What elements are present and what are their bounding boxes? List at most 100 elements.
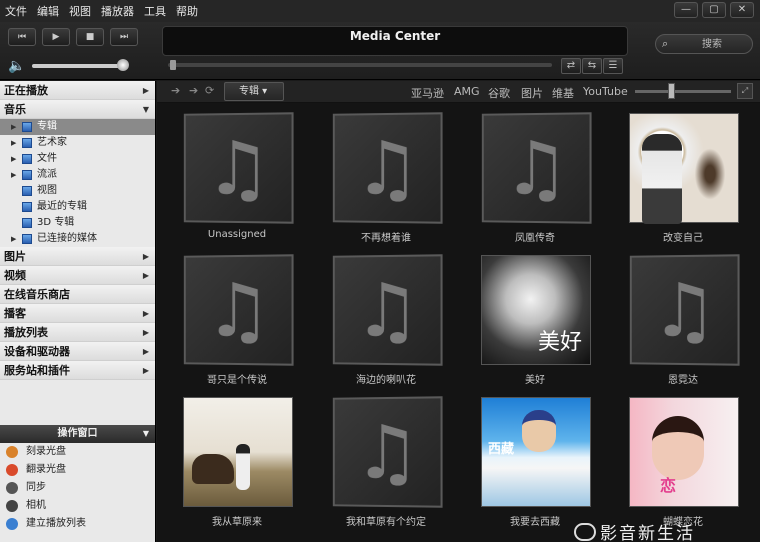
album-tile[interactable]: ♫ 恩霓达 bbox=[613, 247, 753, 387]
actions-panel-header[interactable]: 操作窗口 ▼ bbox=[0, 425, 155, 443]
action-icon bbox=[6, 482, 18, 494]
menu-file[interactable]: 文件 bbox=[0, 3, 32, 19]
action-item[interactable]: 同步 bbox=[0, 479, 155, 497]
album-tile[interactable]: ♫ 哥只是个传说 bbox=[167, 247, 307, 387]
play-button[interactable]: ▶ bbox=[42, 28, 70, 46]
album-art[interactable]: 恋 bbox=[629, 397, 739, 507]
sidebar-item-section-4[interactable]: 播放列表 ▶ bbox=[0, 323, 155, 342]
expand-arrow-icon[interactable]: ▶ bbox=[11, 135, 16, 151]
album-art[interactable] bbox=[183, 397, 293, 507]
sidebar-item-section-5[interactable]: 设备和驱动器 ▶ bbox=[0, 342, 155, 361]
close-button[interactable]: ✕ bbox=[730, 2, 754, 18]
album-art-placeholder[interactable]: ♫ bbox=[481, 112, 592, 224]
sidebar-item-music[interactable]: 音乐 ▼ bbox=[0, 100, 155, 119]
seek-handle[interactable] bbox=[170, 60, 176, 70]
maximize-button[interactable]: ▢ bbox=[702, 2, 726, 18]
action-item[interactable]: 建立播放列表 bbox=[0, 515, 155, 533]
source-youtube[interactable]: YouTube bbox=[583, 85, 628, 98]
sidebar-item-music-0[interactable]: ▶ 专辑 bbox=[0, 119, 155, 135]
cover-title: 美好 bbox=[537, 330, 582, 355]
album-tile[interactable]: ♫ 我和草原有个约定 bbox=[316, 389, 456, 529]
album-art-placeholder[interactable]: ♫ bbox=[332, 254, 443, 366]
volume-slider[interactable] bbox=[32, 64, 128, 68]
volume-handle[interactable] bbox=[117, 59, 130, 71]
repeat-icon[interactable]: ⇄ bbox=[561, 58, 581, 74]
album-tile[interactable]: 西藏 我要去西藏 bbox=[465, 389, 605, 529]
menu-view[interactable]: 视图 bbox=[64, 3, 96, 19]
source-google[interactable]: 谷歌 bbox=[488, 85, 510, 101]
sidebar-item-section-0[interactable]: 图片 ▶ bbox=[0, 247, 155, 266]
expand-arrow-icon[interactable]: ▶ bbox=[11, 151, 16, 167]
expand-arrow-icon[interactable]: ▶ bbox=[11, 167, 16, 183]
expand-arrow-icon[interactable]: ▶ bbox=[11, 231, 16, 247]
sidebar-item-music-6[interactable]: 3D 专辑 bbox=[0, 215, 155, 231]
album-art-placeholder[interactable]: ♫ bbox=[183, 112, 294, 224]
fullscreen-icon[interactable]: ⤢ bbox=[737, 83, 753, 99]
sidebar-section-label: 正在播放 bbox=[4, 84, 48, 97]
actions-panel-title: 操作窗口 bbox=[57, 428, 98, 439]
album-tile[interactable]: 我从草原来 bbox=[167, 389, 307, 529]
minimize-button[interactable]: — bbox=[674, 2, 698, 18]
forward-arrow-icon[interactable]: ➔ bbox=[189, 84, 198, 97]
source-wiki[interactable]: 维基 bbox=[552, 85, 574, 101]
album-art-placeholder[interactable]: ♫ bbox=[332, 112, 443, 224]
stop-button[interactable]: ■ bbox=[76, 28, 104, 46]
search-icon[interactable]: ⌕ bbox=[662, 37, 668, 51]
cover-title: 恋 bbox=[660, 476, 677, 495]
sidebar-item-music-5[interactable]: 最近的专辑 bbox=[0, 199, 155, 215]
source-pictures[interactable]: 图片 bbox=[521, 85, 543, 101]
action-item[interactable]: 翻录光盘 bbox=[0, 461, 155, 479]
sidebar-item-music-4[interactable]: 视图 bbox=[0, 183, 155, 199]
back-arrow-icon[interactable]: ➔ bbox=[171, 84, 180, 97]
album-art[interactable] bbox=[629, 113, 739, 224]
refresh-icon[interactable]: ⟳ bbox=[205, 84, 214, 97]
menu-tools[interactable]: 工具 bbox=[139, 3, 171, 19]
sidebar-item-section-1[interactable]: 视频 ▶ bbox=[0, 266, 155, 285]
next-button[interactable]: ⏭ bbox=[110, 28, 138, 46]
search-input[interactable] bbox=[676, 36, 748, 52]
seek-bar[interactable] bbox=[168, 63, 552, 67]
zoom-slider[interactable] bbox=[635, 90, 731, 93]
sidebar-section-label: 设备和驱动器 bbox=[4, 345, 70, 358]
collapse-icon[interactable]: ▼ bbox=[143, 425, 149, 443]
sidebar-item-now-playing[interactable]: 正在播放 ▶ bbox=[0, 81, 155, 100]
menu-help[interactable]: 帮助 bbox=[171, 3, 203, 19]
sidebar-item-section-3[interactable]: 播客 ▶ bbox=[0, 304, 155, 323]
album-tile[interactable]: 改变自己 bbox=[613, 105, 753, 245]
action-item[interactable]: 相机 bbox=[0, 497, 155, 515]
album-tile[interactable]: 恋蝴蝶恋花 bbox=[613, 389, 753, 529]
equalizer-icon[interactable]: ☰ bbox=[603, 58, 623, 74]
sidebar-item-section-6[interactable]: 服务站和插件 ▶ bbox=[0, 361, 155, 380]
album-tile[interactable]: ♫ Unassigned bbox=[167, 105, 307, 245]
previous-button[interactable]: ⏮ bbox=[8, 28, 36, 46]
now-playing-display: Media Center bbox=[162, 26, 628, 56]
sidebar-item-music-7[interactable]: ▶ 已连接的媒体 bbox=[0, 231, 155, 247]
action-item[interactable]: 刻录光盘 bbox=[0, 443, 155, 461]
expand-arrow-icon[interactable]: ▶ bbox=[11, 119, 16, 135]
sidebar-item-music-2[interactable]: ▶ 文件 bbox=[0, 151, 155, 167]
wechat-icon bbox=[574, 523, 596, 541]
speaker-icon[interactable]: 🔈 bbox=[8, 58, 25, 74]
browser-toolbar: ➔ ➔ ⟳ 专辑 ▾ 亚马逊 AMG 谷歌 图片 维基 YouTube ⤢ bbox=[157, 81, 760, 103]
album-art[interactable]: 美好 bbox=[481, 255, 591, 365]
source-amazon[interactable]: 亚马逊 bbox=[411, 85, 444, 101]
menu-player[interactable]: 播放器 bbox=[96, 3, 139, 19]
zoom-handle[interactable] bbox=[668, 83, 676, 99]
album-art-placeholder[interactable]: ♫ bbox=[332, 396, 443, 508]
album-art[interactable]: 西藏 bbox=[481, 397, 591, 507]
window-controls: — ▢ ✕ bbox=[674, 2, 754, 18]
album-tile[interactable]: 美好 美好 bbox=[465, 247, 605, 387]
source-amg[interactable]: AMG bbox=[454, 85, 480, 98]
sidebar-item-section-2[interactable]: 在线音乐商店 bbox=[0, 285, 155, 304]
album-art-placeholder[interactable]: ♫ bbox=[183, 254, 294, 366]
sidebar-item-music-1[interactable]: ▶ 艺术家 bbox=[0, 135, 155, 151]
menu-edit[interactable]: 编辑 bbox=[32, 3, 64, 19]
shuffle-icon[interactable]: ⇆ bbox=[582, 58, 602, 74]
sidebar-item-music-3[interactable]: ▶ 流派 bbox=[0, 167, 155, 183]
album-tile[interactable]: ♫ 海边的喇叭花 bbox=[316, 247, 456, 387]
album-tile[interactable]: ♫ 不再想着谁 bbox=[316, 105, 456, 245]
album-art-placeholder[interactable]: ♫ bbox=[629, 254, 740, 366]
view-selector[interactable]: 专辑 ▾ bbox=[224, 82, 284, 101]
album-tile[interactable]: ♫ 凤凰传奇 bbox=[465, 105, 605, 245]
expand-arrow-icon: ▶ bbox=[142, 309, 149, 318]
